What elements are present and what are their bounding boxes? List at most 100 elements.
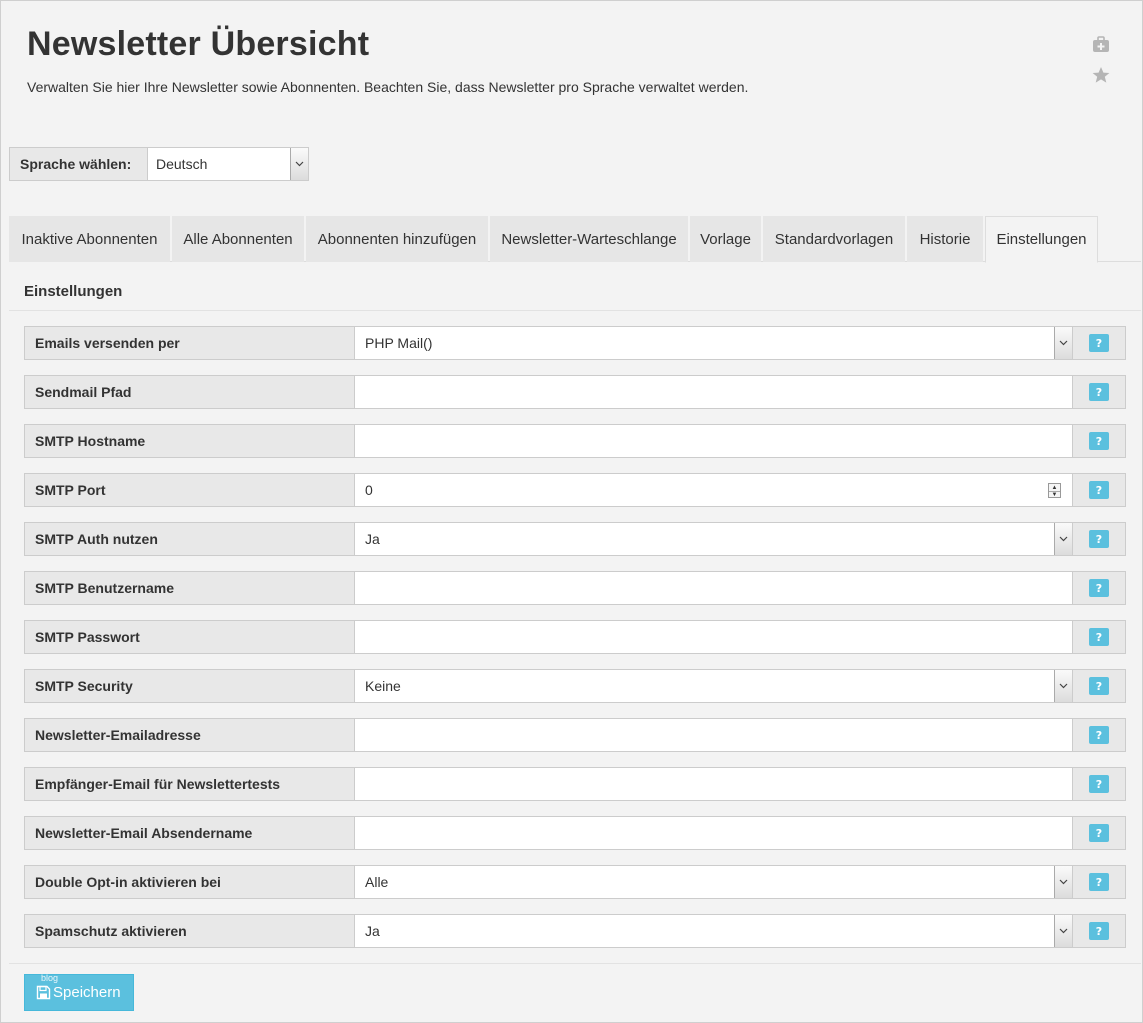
tab-abonnenten-hinzufuegen[interactable]: Abonnenten hinzufügen <box>306 216 488 262</box>
setting-label: SMTP Benutzername <box>25 572 355 604</box>
setting-label: Newsletter-Emailadresse <box>25 719 355 751</box>
help-button[interactable]: ? <box>1089 824 1109 842</box>
tab-label: Abonnenten hinzufügen <box>317 230 477 248</box>
tab-label: Inaktive Abonnenten <box>21 230 158 248</box>
help-cell: ? <box>1072 670 1125 702</box>
help-cell: ? <box>1072 817 1125 849</box>
help-button[interactable]: ? <box>1089 383 1109 401</box>
select-value: PHP Mail() <box>365 335 433 351</box>
empfaenger-email-input[interactable] <box>355 768 1072 800</box>
help-cell: ? <box>1072 768 1125 800</box>
help-cell: ? <box>1072 523 1125 555</box>
medkit-icon[interactable] <box>1091 35 1111 55</box>
select-value: Ja <box>365 923 380 939</box>
tab-standardvorlagen[interactable]: Standardvorlagen <box>763 216 905 262</box>
help-button[interactable]: ? <box>1089 432 1109 450</box>
smtp-port-input[interactable]: 0 ▲ ▼ <box>355 474 1072 506</box>
page-frame: Newsletter Übersicht Verwalten Sie hier … <box>0 0 1143 1023</box>
chevron-down-icon[interactable] <box>1054 523 1072 555</box>
help-cell: ? <box>1072 425 1125 457</box>
help-button[interactable]: ? <box>1089 334 1109 352</box>
input-value: 0 <box>365 482 373 498</box>
chevron-down-icon[interactable] <box>1054 327 1072 359</box>
help-button[interactable]: ? <box>1089 775 1109 793</box>
tab-label: Newsletter-Warteschlange <box>501 230 677 248</box>
chevron-down-icon[interactable] <box>1054 915 1072 947</box>
spamschutz-select[interactable]: Ja <box>355 915 1072 947</box>
help-button[interactable]: ? <box>1089 628 1109 646</box>
tab-historie[interactable]: Historie <box>907 216 983 262</box>
floppy-disk-icon <box>36 985 51 1000</box>
select-value: Ja <box>365 531 380 547</box>
language-label: Sprache wählen: <box>10 148 148 180</box>
setting-row-sendmail-pfad: Sendmail Pfad ? <box>24 375 1126 409</box>
spin-up-icon[interactable]: ▲ <box>1049 484 1060 491</box>
select-value: Keine <box>365 678 401 694</box>
smtp-passwort-input[interactable] <box>355 621 1072 653</box>
help-button[interactable]: ? <box>1089 530 1109 548</box>
setting-label: Newsletter-Email Absendername <box>25 817 355 849</box>
save-label: Speichern <box>53 984 121 1001</box>
section-title: Einstellungen <box>24 283 123 300</box>
page-title: Newsletter Übersicht <box>27 25 370 63</box>
help-button[interactable]: ? <box>1089 922 1109 940</box>
double-opt-in-select[interactable]: Alle <box>355 866 1072 898</box>
setting-row-smtp-hostname: SMTP Hostname ? <box>24 424 1126 458</box>
help-button[interactable]: ? <box>1089 481 1109 499</box>
help-cell: ? <box>1072 474 1125 506</box>
help-cell: ? <box>1072 376 1125 408</box>
setting-row-smtp-security: SMTP Security Keine ? <box>24 669 1126 703</box>
spin-down-icon[interactable]: ▼ <box>1049 491 1060 498</box>
setting-label: SMTP Security <box>25 670 355 702</box>
setting-row-emails-versenden-per: Emails versenden per PHP Mail() ? <box>24 326 1126 360</box>
select-value: Alle <box>365 874 389 890</box>
help-cell: ? <box>1072 866 1125 898</box>
language-selector[interactable]: Sprache wählen: Deutsch <box>9 147 309 181</box>
tab-newsletter-warteschlange[interactable]: Newsletter-Warteschlange <box>490 216 688 262</box>
setting-label: SMTP Port <box>25 474 355 506</box>
tab-einstellungen[interactable]: Einstellungen <box>985 216 1098 263</box>
chevron-down-icon[interactable] <box>1054 670 1072 702</box>
setting-label: Emails versenden per <box>25 327 355 359</box>
number-spinner[interactable]: ▲ ▼ <box>1048 483 1061 498</box>
absendername-input[interactable] <box>355 817 1072 849</box>
chevron-down-icon[interactable] <box>290 148 308 180</box>
help-button[interactable]: ? <box>1089 873 1109 891</box>
newsletter-emailadresse-input[interactable] <box>355 719 1072 751</box>
language-value: Deutsch <box>156 156 208 172</box>
divider <box>9 310 1141 311</box>
help-button[interactable]: ? <box>1089 579 1109 597</box>
emails-versenden-select[interactable]: PHP Mail() <box>355 327 1072 359</box>
setting-row-smtp-benutzername: SMTP Benutzername ? <box>24 571 1126 605</box>
smtp-security-select[interactable]: Keine <box>355 670 1072 702</box>
setting-row-absendername: Newsletter-Email Absendername ? <box>24 816 1126 850</box>
setting-label: SMTP Passwort <box>25 621 355 653</box>
divider <box>9 963 1141 964</box>
header-actions <box>1091 35 1111 95</box>
chevron-down-icon[interactable] <box>1054 866 1072 898</box>
star-icon[interactable] <box>1091 65 1111 85</box>
smtp-benutzername-input[interactable] <box>355 572 1072 604</box>
sendmail-pfad-input[interactable] <box>355 376 1072 408</box>
tab-label: Historie <box>919 230 971 248</box>
tab-bar: Inaktive Abonnenten Alle Abonnenten Abon… <box>9 216 1141 263</box>
tab-vorlage[interactable]: Vorlage <box>690 216 761 262</box>
smtp-hostname-input[interactable] <box>355 425 1072 457</box>
help-button[interactable]: ? <box>1089 726 1109 744</box>
setting-row-smtp-auth: SMTP Auth nutzen Ja ? <box>24 522 1126 556</box>
blog-tag: blog <box>41 973 59 983</box>
tab-label: Vorlage <box>700 230 751 248</box>
tab-alle-abonnenten[interactable]: Alle Abonnenten <box>172 216 304 262</box>
tab-label: Alle Abonnenten <box>183 230 293 248</box>
setting-row-empfaenger-email: Empfänger-Email für Newslettertests ? <box>24 767 1126 801</box>
page-description: Verwalten Sie hier Ihre Newsletter sowie… <box>27 79 749 95</box>
language-select[interactable]: Deutsch <box>148 148 308 180</box>
tab-label: Standardvorlagen <box>774 230 894 248</box>
help-button[interactable]: ? <box>1089 677 1109 695</box>
help-cell: ? <box>1072 915 1125 947</box>
help-cell: ? <box>1072 327 1125 359</box>
smtp-auth-select[interactable]: Ja <box>355 523 1072 555</box>
tab-inaktive-abonnenten[interactable]: Inaktive Abonnenten <box>9 216 170 262</box>
setting-label: SMTP Auth nutzen <box>25 523 355 555</box>
setting-row-double-opt-in: Double Opt-in aktivieren bei Alle ? <box>24 865 1126 899</box>
